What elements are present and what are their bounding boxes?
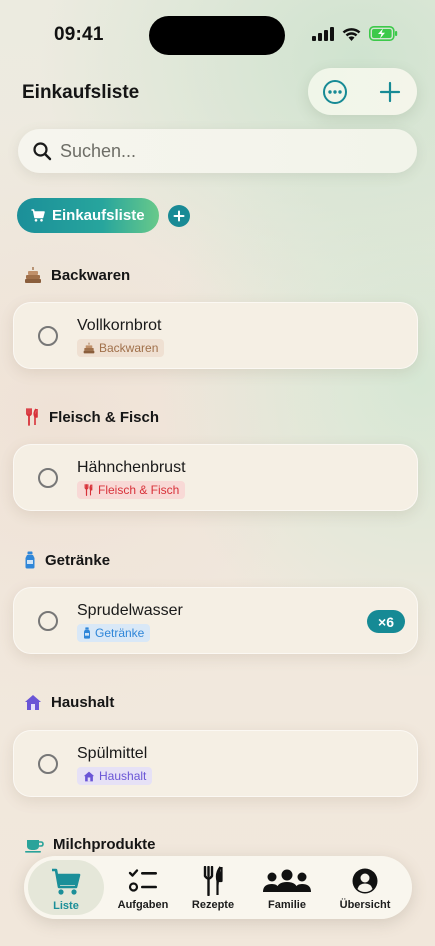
bottle-icon <box>84 627 90 639</box>
header-actions <box>308 68 417 115</box>
cup-icon <box>25 839 44 853</box>
tab-aufgaben[interactable]: Aufgaben <box>104 856 182 919</box>
battery-charging-icon <box>369 26 398 41</box>
people-icon <box>263 869 311 892</box>
category-tag: Backwaren <box>77 339 165 357</box>
list-item-sprudelwasser[interactable]: Sprudelwasser Getränke ×6 <box>13 587 418 654</box>
add-list-button[interactable] <box>168 205 190 227</box>
category-tag: Haushalt <box>77 767 153 785</box>
list-chip-label: Einkaufsliste <box>52 207 145 224</box>
item-checkbox[interactable] <box>38 468 58 488</box>
section-title: Haushalt <box>51 694 115 711</box>
search-icon <box>33 142 52 161</box>
quantity-badge: ×6 <box>367 610 405 633</box>
plus-icon <box>379 81 400 102</box>
tab-label: Aufgaben <box>117 899 169 911</box>
list-item-spuelmittel[interactable]: Spülmittel Haushalt <box>13 730 418 797</box>
section-title: Milchprodukte <box>53 836 156 853</box>
category-tag-label: Getränke <box>95 626 145 640</box>
checklist-icon <box>128 869 157 892</box>
more-options-button[interactable] <box>315 72 355 112</box>
house-icon <box>83 771 95 781</box>
category-tag-label: Fleisch & Fisch <box>98 483 180 497</box>
item-checkbox[interactable] <box>38 754 58 774</box>
fork-knife-icon <box>84 484 93 496</box>
category-tag: Fleisch & Fisch <box>77 481 186 499</box>
list-chip-einkaufsliste[interactable]: Einkaufsliste <box>17 198 159 233</box>
section-title: Fleisch & Fisch <box>49 408 160 426</box>
tab-familie[interactable]: Familie <box>248 856 326 919</box>
section-header-milchprodukte: Milchprodukte <box>24 836 156 853</box>
house-icon <box>25 695 41 710</box>
dynamic-island <box>149 16 285 55</box>
cart-icon <box>52 868 81 895</box>
item-checkbox[interactable] <box>38 326 58 346</box>
item-name: Hähnchenbrust <box>77 459 186 476</box>
tab-uebersicht[interactable]: Übersicht <box>326 856 404 919</box>
tab-label: Übersicht <box>339 899 391 911</box>
search-bar[interactable] <box>18 129 417 173</box>
tab-rezepte[interactable]: Rezepte <box>174 856 252 919</box>
tab-label: Liste <box>53 900 79 912</box>
status-icons <box>312 26 398 41</box>
status-bar: 09:41 <box>0 0 435 70</box>
ellipsis-circle-icon <box>323 79 348 104</box>
section-header-backwaren: Backwaren <box>24 266 130 284</box>
item-name: Sprudelwasser <box>77 602 183 619</box>
section-header-haushalt: Haushalt <box>24 694 114 711</box>
status-time: 09:41 <box>54 24 104 45</box>
list-item-vollkornbrot[interactable]: Vollkornbrot Backwaren <box>13 302 418 369</box>
bottle-icon <box>25 551 35 569</box>
tab-label: Rezepte <box>191 899 235 911</box>
cake-icon <box>25 267 41 283</box>
cake-icon <box>83 342 95 354</box>
category-tag-label: Haushalt <box>99 769 147 783</box>
page-title: Einkaufsliste <box>22 82 140 103</box>
list-item-haehnchenbrust[interactable]: Hähnchenbrust Fleisch & Fisch <box>13 444 418 511</box>
section-title: Backwaren <box>51 266 131 284</box>
person-circle-icon <box>352 868 378 894</box>
category-tag-label: Backwaren <box>99 341 159 355</box>
tab-liste[interactable]: Liste <box>28 860 104 915</box>
category-tag: Getränke <box>77 624 151 642</box>
signal-icon <box>312 26 334 41</box>
cart-icon <box>31 209 45 222</box>
item-checkbox[interactable] <box>38 611 58 631</box>
wifi-icon <box>342 27 361 41</box>
tab-label: Familie <box>268 899 306 911</box>
item-name: Vollkornbrot <box>77 317 162 334</box>
search-input[interactable] <box>60 140 390 162</box>
fork-knife-icon <box>26 408 38 426</box>
section-header-getraenke: Getränke <box>24 551 110 569</box>
tab-bar: Liste Aufgaben Rezepte Familie Übersicht <box>24 856 412 919</box>
add-item-button[interactable] <box>370 72 410 112</box>
item-name: Spülmittel <box>77 745 148 762</box>
section-header-fleisch-fisch: Fleisch & Fisch <box>24 408 159 426</box>
plus-icon <box>173 210 185 222</box>
fork-knife-icon <box>203 866 223 896</box>
section-title: Getränke <box>45 551 111 569</box>
